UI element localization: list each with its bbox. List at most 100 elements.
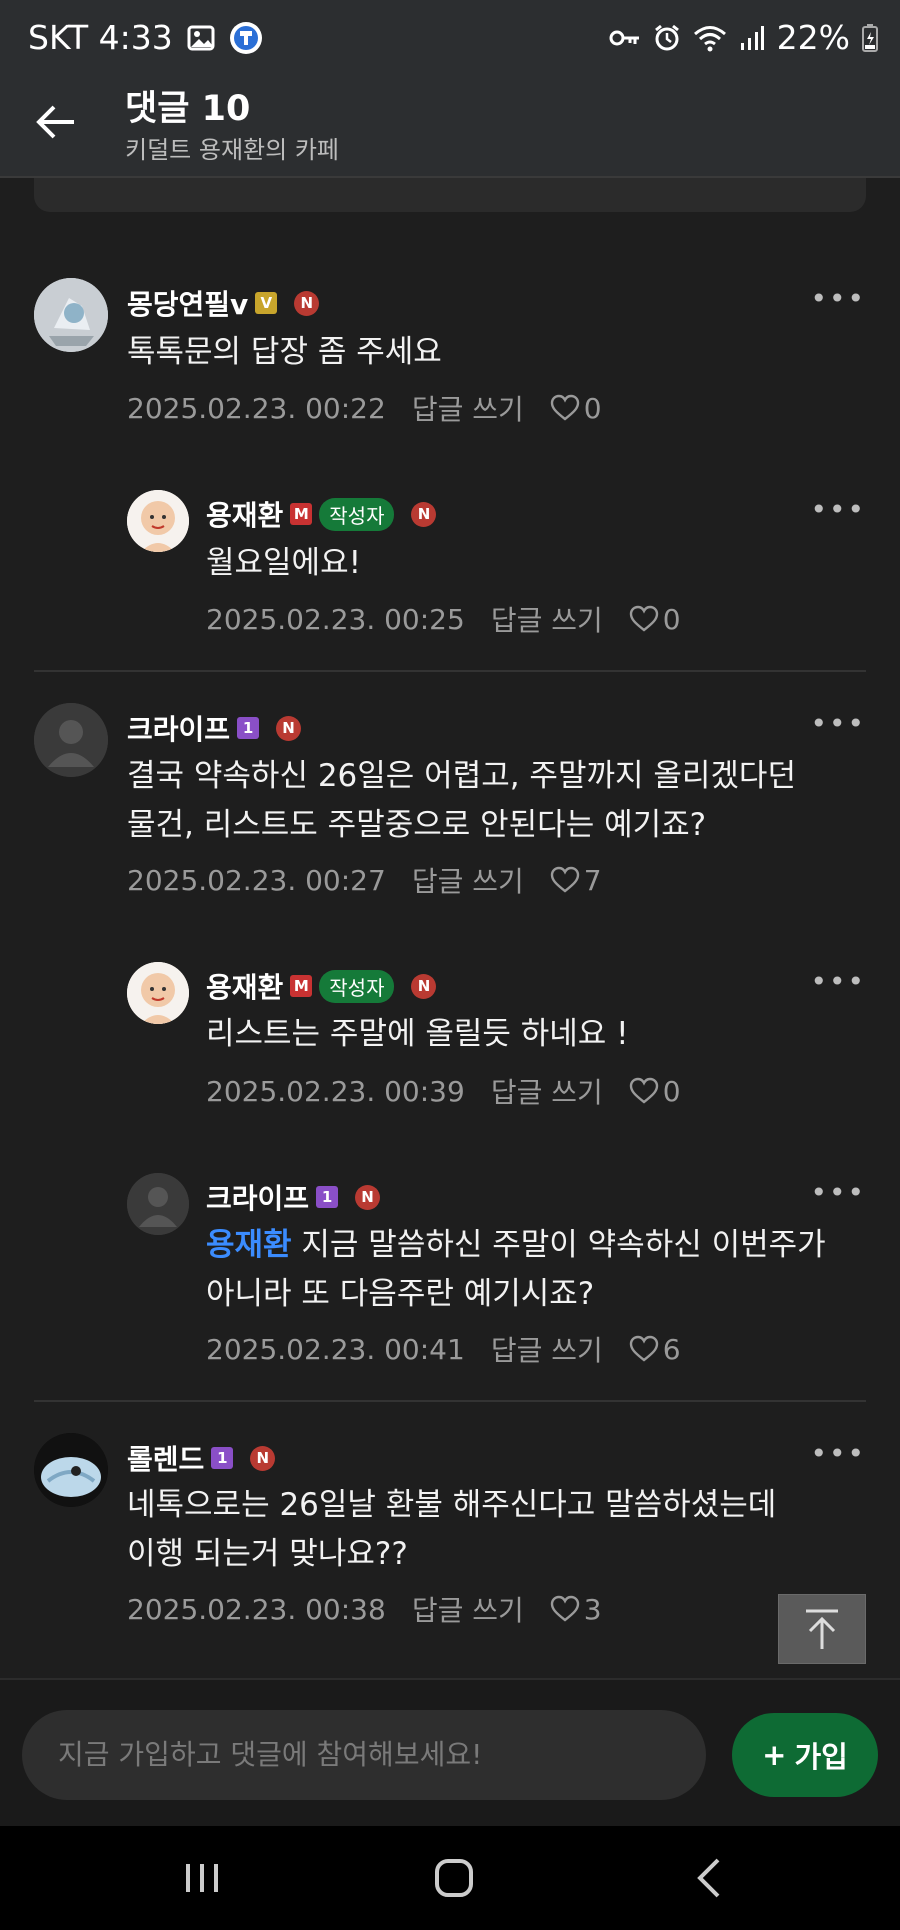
nickname[interactable]: 몽당연필v V N <box>127 283 320 323</box>
system-nav-bar <box>0 1826 900 1930</box>
comment-text: 톡톡문의 답장 좀 주세요 <box>127 328 442 377</box>
nickname-text: 크라이프 <box>127 713 231 746</box>
like-button[interactable]: 6 <box>629 1333 681 1366</box>
avatar[interactable] <box>34 278 108 352</box>
plus-icon: + <box>762 1738 787 1772</box>
manager-badge: M <box>290 975 313 997</box>
join-button[interactable]: + 가입 <box>732 1713 878 1797</box>
nickname[interactable]: 롤렌드 1 N <box>127 1438 276 1478</box>
more-options-icon[interactable]: ••• <box>810 965 866 998</box>
back-arrow-icon[interactable] <box>34 100 78 144</box>
nickname[interactable]: 크라이프 1 N <box>127 708 302 748</box>
mention-link[interactable]: 용재환 <box>206 1227 292 1263</box>
avatar[interactable] <box>34 703 108 777</box>
heart-icon <box>629 1077 658 1104</box>
author-tag: 작성자 <box>319 969 395 1003</box>
comment-meta: 2025.02.23. 00:22 답글 쓰기 0 <box>127 388 602 428</box>
like-button[interactable]: 0 <box>629 603 681 636</box>
nickname[interactable]: 크라이프 1 N <box>206 1177 381 1217</box>
heart-icon <box>550 1595 579 1622</box>
status-bar: SKT 4:33 22% <box>0 0 900 80</box>
like-button[interactable]: 7 <box>550 864 602 897</box>
new-badge: N <box>411 973 437 999</box>
previous-card-edge <box>34 178 866 212</box>
comment-text: 네톡으로는 26일날 환불 해주신다고 말씀하셨는데 이행 되는거 맞나요?? <box>127 1481 776 1579</box>
reply-button[interactable]: 답글 쓰기 <box>491 599 603 639</box>
comment-date: 2025.02.23. 00:25 <box>206 602 465 636</box>
manager-badge: M <box>290 503 313 525</box>
nickname[interactable]: 용재환 M 작성자 N <box>206 494 437 534</box>
scroll-to-top-button[interactable] <box>778 1594 866 1664</box>
avatar[interactable] <box>127 962 189 1024</box>
level-badge: 1 <box>237 717 260 739</box>
like-button[interactable]: 3 <box>550 1593 602 1626</box>
comment-text: 월요일에요! <box>206 539 361 588</box>
comment-date: 2025.02.23. 00:22 <box>127 391 386 425</box>
new-badge: N <box>276 715 302 741</box>
more-options-icon[interactable]: ••• <box>810 1437 866 1470</box>
like-count: 3 <box>583 1592 602 1626</box>
reply-button[interactable]: 답글 쓰기 <box>412 388 524 428</box>
reply-button[interactable]: 답글 쓰기 <box>412 860 524 900</box>
comment-line: 결국 약속하신 26일은 어렵고, 주말까지 올리겠다던 <box>127 758 796 794</box>
more-options-icon[interactable]: ••• <box>810 707 866 740</box>
vpn-key-icon <box>609 30 639 45</box>
back-nav-icon[interactable] <box>690 1856 730 1900</box>
like-count: 0 <box>662 1074 681 1108</box>
nickname-text: 몽당연필v <box>127 288 249 321</box>
comment-line: 월요일에요! <box>206 545 362 581</box>
nickname-text: 롤렌드 <box>127 1443 205 1476</box>
reply-button[interactable]: 답글 쓰기 <box>412 1589 524 1629</box>
wifi-icon <box>693 25 726 51</box>
comment-date: 2025.02.23. 00:39 <box>206 1074 465 1108</box>
cafe-name[interactable]: 키덜트 용재환의 카페 <box>125 130 339 165</box>
new-badge: N <box>411 501 437 527</box>
reply-button[interactable]: 답글 쓰기 <box>491 1071 603 1111</box>
comment-text: 리스트는 주말에 올릴듯 하네요 ! <box>206 1010 629 1059</box>
comment-date: 2025.02.23. 00:27 <box>127 863 386 897</box>
author-tag: 작성자 <box>319 497 395 531</box>
status-time: SKT 4:33 <box>28 18 173 57</box>
heart-icon <box>550 866 579 893</box>
comment-date: 2025.02.23. 00:41 <box>206 1332 465 1366</box>
avatar[interactable] <box>127 1173 189 1235</box>
app-notification-icon <box>229 21 262 54</box>
app-bar: 댓글 10 키덜트 용재환의 카페 <box>0 80 900 178</box>
arrow-up-icon <box>806 1609 838 1649</box>
battery-percent: 22% <box>776 18 850 57</box>
nickname[interactable]: 용재환 M 작성자 N <box>206 966 437 1006</box>
more-options-icon[interactable]: ••• <box>810 493 866 526</box>
comment-input-bar: 지금 가입하고 댓글에 참여해보세요! + 가입 <box>0 1678 900 1828</box>
new-badge: N <box>355 1184 381 1210</box>
gallery-icon <box>187 25 215 50</box>
divider <box>34 670 866 672</box>
divider <box>34 1400 866 1402</box>
nickname-text: 용재환 <box>206 971 284 1004</box>
like-count: 6 <box>662 1332 681 1366</box>
comment-line: 리스트는 주말에 올릴듯 하네요 ! <box>206 1016 629 1052</box>
comment-meta: 2025.02.23. 00:38 답글 쓰기 3 <box>127 1589 602 1629</box>
heart-icon <box>550 394 579 421</box>
recent-apps-icon[interactable] <box>182 1858 222 1898</box>
reply-button[interactable]: 답글 쓰기 <box>491 1329 603 1369</box>
comment-text: 용재환 지금 말씀하신 주말이 약속하신 이번주가 아니라 또 다음주란 예기시… <box>206 1221 826 1319</box>
battery-icon <box>862 23 878 52</box>
heart-icon <box>629 605 658 632</box>
avatar[interactable] <box>34 1433 108 1507</box>
comment-text: 결국 약속하신 26일은 어렵고, 주말까지 올리겠다던 물건, 리스트도 주말… <box>127 752 796 850</box>
comment-line-text: 지금 말씀하신 주말이 약속하신 이번주가 <box>291 1227 826 1263</box>
more-options-icon[interactable]: ••• <box>810 282 866 315</box>
like-button[interactable]: 0 <box>629 1075 681 1108</box>
comment-date: 2025.02.23. 00:38 <box>127 1592 386 1626</box>
comment-meta: 2025.02.23. 00:25 답글 쓰기 0 <box>206 599 681 639</box>
level-badge: 1 <box>316 1186 339 1208</box>
more-options-icon[interactable]: ••• <box>810 1176 866 1209</box>
home-icon[interactable] <box>432 1856 476 1900</box>
comment-meta: 2025.02.23. 00:41 답글 쓰기 6 <box>206 1329 681 1369</box>
comment-line: 용재환 지금 말씀하신 주말이 약속하신 이번주가 <box>206 1221 826 1270</box>
comment-line: 물건, 리스트도 주말중으로 안된다는 예기죠? <box>127 807 707 843</box>
avatar[interactable] <box>127 490 189 552</box>
comment-input[interactable]: 지금 가입하고 댓글에 참여해보세요! <box>22 1710 706 1800</box>
level-badge: 1 <box>211 1447 234 1469</box>
like-button[interactable]: 0 <box>550 392 602 425</box>
